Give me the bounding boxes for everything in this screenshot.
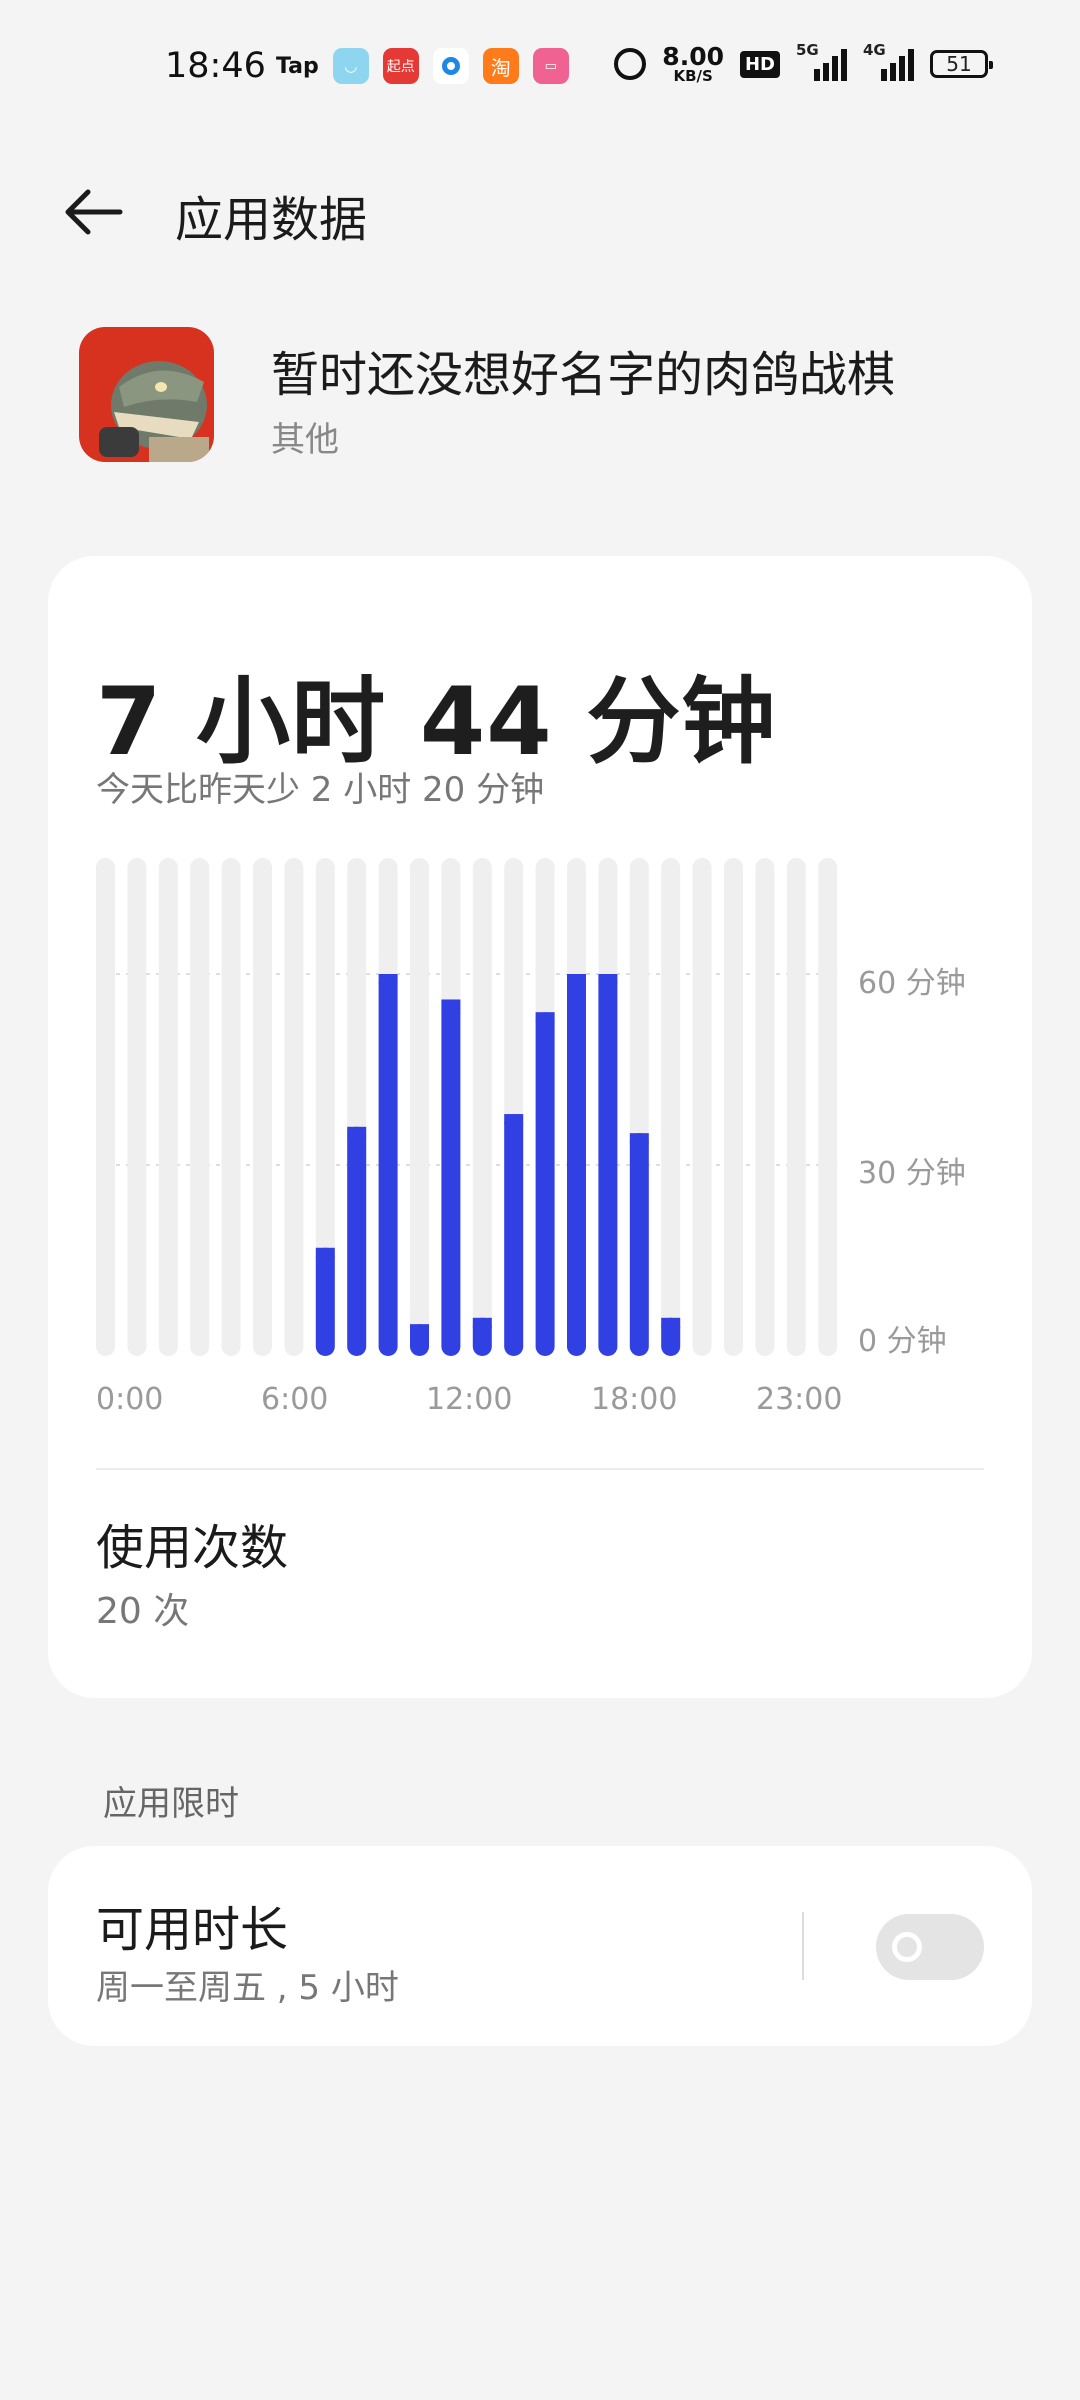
- signal-4g-icon: 4G: [863, 41, 914, 81]
- time-limit-toggle[interactable]: [876, 1914, 984, 1980]
- network-speed: 8.00 KB/S: [662, 42, 724, 85]
- separator: [802, 1912, 804, 1980]
- bar-track: [221, 858, 241, 1356]
- x-tick-label: 23:00: [756, 1382, 843, 1417]
- back-button[interactable]: [62, 184, 126, 240]
- qidian-icon: 起点: [382, 48, 419, 84]
- system-status-icons: 8.00 KB/S HD 5G 4G 51: [614, 41, 993, 85]
- usage-bar[interactable]: [567, 974, 586, 1356]
- bar-track: [724, 858, 743, 1356]
- signal-5g-icon: 5G: [796, 41, 847, 81]
- usage-bar-cap: [598, 974, 618, 984]
- bar-track: [661, 858, 681, 1356]
- page-title: 应用数据: [175, 192, 368, 248]
- status-bar: 18:46 Tap ◡ 起点 淘 ▭ 8.00 KB/S HD 5G 4G 51: [0, 0, 1080, 130]
- x-tick-label: 12:00: [426, 1382, 513, 1417]
- bilibili-icon: ▭: [532, 48, 569, 84]
- x-tick-label: 18:00: [591, 1382, 678, 1417]
- bar-track: [755, 858, 775, 1356]
- toggle-knob: [892, 1932, 922, 1962]
- usage-bar-cap: [315, 1247, 335, 1258]
- usage-bar-cap: [472, 1317, 492, 1328]
- y-tick-label: 60 分钟: [858, 966, 966, 1001]
- taobao-icon: 淘: [482, 48, 519, 84]
- app-icon: [79, 327, 214, 462]
- bar-track: [692, 858, 712, 1356]
- y-tick-label: 0 分钟: [858, 1324, 947, 1359]
- app-category: 其他: [271, 420, 339, 460]
- bar-track: [284, 858, 304, 1356]
- bar-track: [158, 858, 178, 1356]
- bar-track: [786, 858, 806, 1356]
- usage-bar[interactable]: [441, 999, 461, 1356]
- app-notification-icon: ◡: [332, 48, 369, 84]
- bar-track: [190, 858, 210, 1356]
- bar-track: [96, 858, 115, 1356]
- usage-card: 7 小时 44 分钟 今天比昨天少 2 小时 20 分钟 60 分钟 30 分钟…: [48, 556, 1032, 1698]
- usage-bar[interactable]: [535, 1012, 555, 1356]
- usage-bar[interactable]: [629, 1133, 649, 1356]
- usage-bar[interactable]: [378, 974, 398, 1356]
- usage-bar-cap: [410, 1324, 429, 1335]
- usage-bar[interactable]: [315, 1247, 335, 1356]
- browser-icon: [432, 48, 469, 84]
- usage-bar-cap: [504, 1114, 524, 1125]
- notification-icons: Tap ◡ 起点 淘 ▭: [276, 48, 569, 84]
- usage-bar-cap: [441, 999, 461, 1010]
- bar-track: [410, 858, 429, 1356]
- usage-bar[interactable]: [598, 974, 618, 1356]
- taptap-icon: Tap: [276, 53, 319, 79]
- usage-bar-cap: [347, 1126, 367, 1137]
- alarm-icon: [614, 48, 647, 80]
- usage-bar-cap: [535, 1012, 555, 1023]
- bar-track: [127, 858, 147, 1356]
- usage-bar-cap: [661, 1317, 681, 1328]
- time-limit-row[interactable]: 可用时长 周一至周五 , 5 小时: [48, 1846, 1032, 2046]
- usage-bar-cap: [378, 974, 398, 984]
- usage-bar-cap: [567, 974, 586, 984]
- arrow-left-icon: [65, 189, 123, 235]
- time-limit-schedule: 周一至周五 , 5 小时: [96, 1968, 399, 2008]
- battery-icon: 51: [930, 50, 993, 78]
- usage-bar[interactable]: [347, 1126, 367, 1356]
- x-tick-label: 6:00: [261, 1382, 329, 1417]
- status-time: 18:46: [165, 46, 266, 86]
- bar-track: [472, 858, 492, 1356]
- y-tick-label: 30 分钟: [858, 1156, 966, 1191]
- bar-track: [818, 858, 838, 1356]
- time-limit-title: 可用时长: [96, 1902, 289, 1958]
- app-name: 暂时还没想好名字的肉鸽战棋: [271, 347, 896, 403]
- x-tick-label: 0:00: [96, 1382, 164, 1417]
- usage-bar[interactable]: [504, 1114, 524, 1356]
- bar-track: [253, 858, 272, 1356]
- divider: [96, 1468, 984, 1470]
- launch-count-title: 使用次数: [96, 1520, 289, 1576]
- section-label-app-limit: 应用限时: [103, 1784, 239, 1824]
- launch-count-value: 20 次: [96, 1591, 190, 1632]
- hd-icon: HD: [739, 50, 780, 78]
- usage-bar-cap: [629, 1133, 649, 1144]
